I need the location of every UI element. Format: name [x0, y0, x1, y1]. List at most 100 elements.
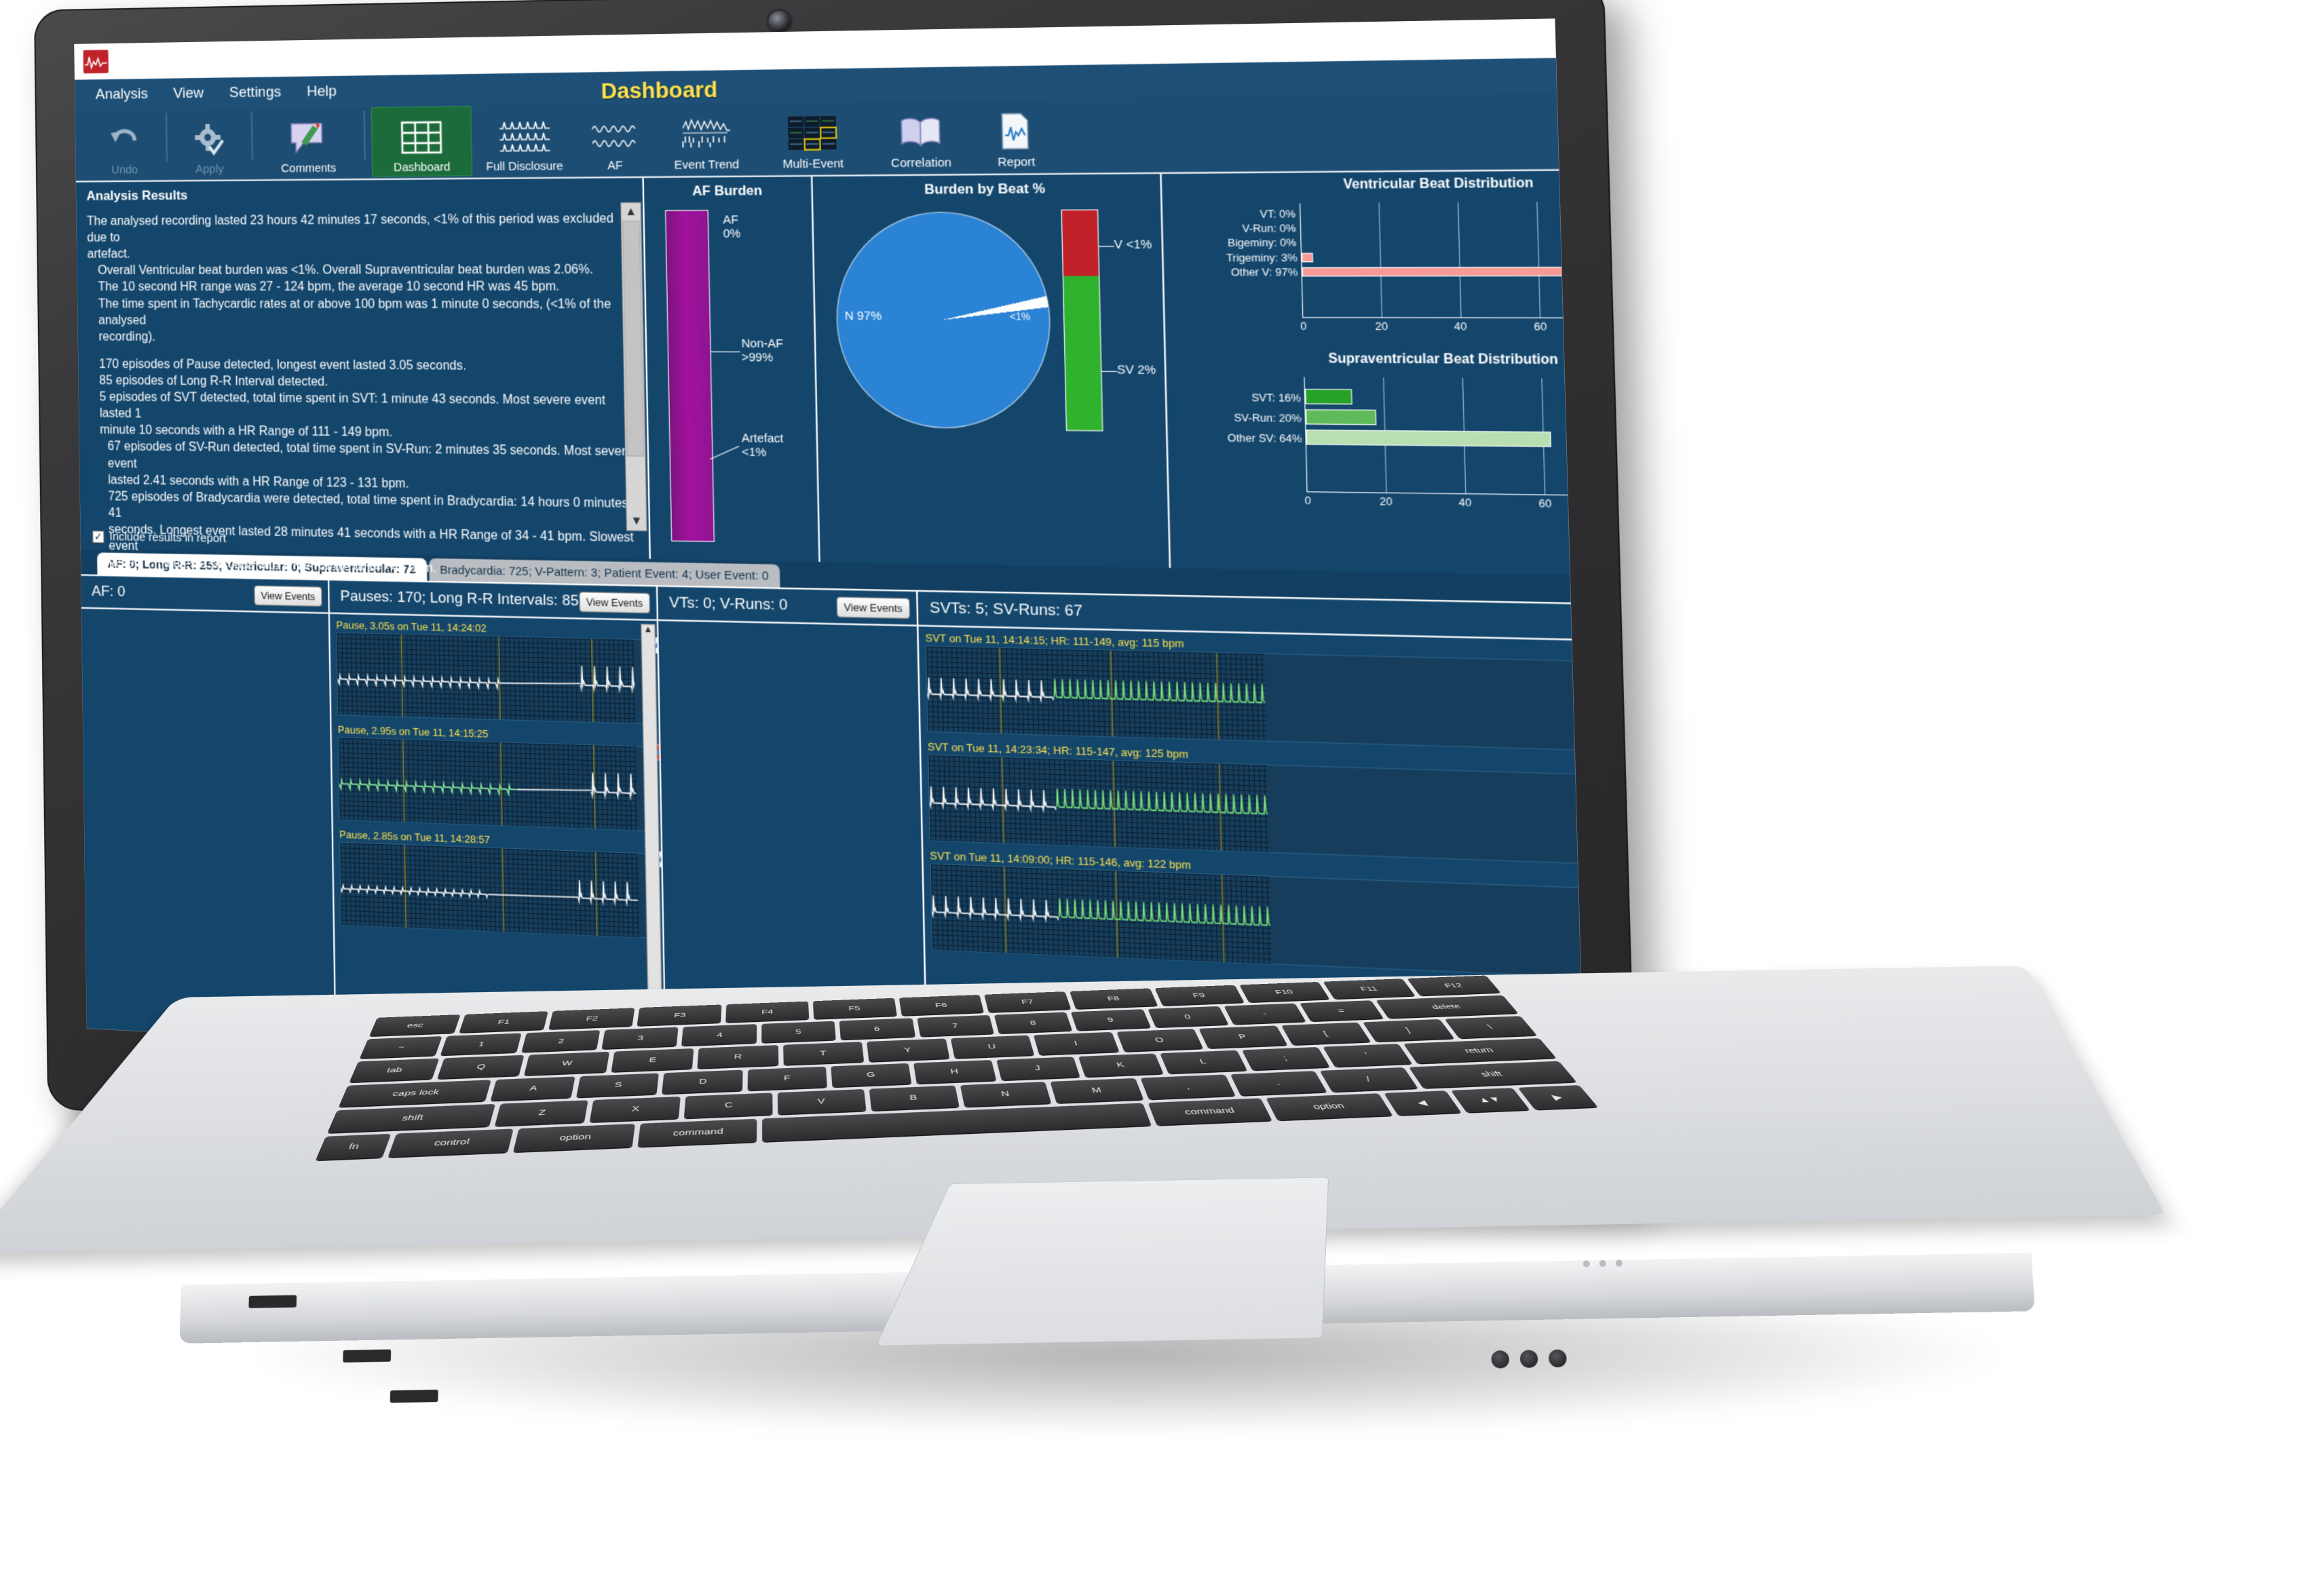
key-9[interactable]: 9 — [1070, 1009, 1151, 1031]
key-2[interactable]: 2 — [521, 1030, 601, 1052]
key-3[interactable]: 3 — [601, 1027, 679, 1049]
key-u[interactable]: U — [950, 1035, 1035, 1059]
view-events-button-af[interactable]: View Events — [254, 585, 322, 607]
key-i[interactable]: I — [1033, 1032, 1119, 1055]
key-8[interactable]: 8 — [993, 1012, 1073, 1034]
key-d[interactable]: D — [662, 1069, 743, 1094]
key-7[interactable]: 7 — [916, 1015, 994, 1037]
ecg-strip-canvas[interactable] — [337, 737, 656, 832]
key-f7[interactable]: F7 — [984, 991, 1072, 1012]
key-command[interactable]: command — [638, 1118, 757, 1147]
key-b[interactable]: B — [869, 1085, 960, 1111]
key-fn[interactable]: fn — [316, 1133, 392, 1160]
key--[interactable]: ; — [1241, 1046, 1330, 1070]
key-f2[interactable]: F2 — [548, 1008, 635, 1029]
key-f4[interactable]: F4 — [725, 1001, 810, 1023]
key-return[interactable]: return — [1403, 1038, 1556, 1063]
ecg-strip[interactable]: SVT on Tue 11, 14:09:00; HR: 115-146, av… — [930, 850, 1585, 985]
menu-item-analysis[interactable]: Analysis — [96, 86, 149, 103]
toolbar-multi-event[interactable]: Multi-Event — [759, 101, 867, 174]
key-r[interactable]: R — [697, 1045, 778, 1069]
key-6[interactable]: 6 — [839, 1018, 915, 1040]
key-f11[interactable]: F11 — [1323, 978, 1416, 1000]
toolbar-undo[interactable]: Undo — [88, 110, 160, 179]
key-y[interactable]: Y — [867, 1038, 949, 1062]
key-shift[interactable]: shift — [327, 1103, 496, 1133]
key-f[interactable]: F — [747, 1066, 827, 1090]
menu-item-view[interactable]: View — [173, 85, 204, 102]
scroll-up-icon[interactable]: ▲ — [643, 625, 652, 635]
key-tab[interactable]: tab — [349, 1058, 439, 1082]
menu-item-settings[interactable]: Settings — [229, 84, 282, 102]
key-f5[interactable]: F5 — [812, 998, 897, 1019]
key--[interactable]: / — [1319, 1067, 1418, 1092]
key-x[interactable]: X — [589, 1096, 681, 1122]
key-f8[interactable]: F8 — [1069, 988, 1158, 1009]
key-esc[interactable]: esc — [369, 1014, 461, 1036]
key--[interactable]: - — [1224, 1003, 1306, 1025]
key-k[interactable]: K — [1078, 1053, 1164, 1077]
key--[interactable]: = — [1300, 1000, 1384, 1022]
include-in-report-row[interactable]: ✓ Include results in report — [92, 530, 226, 546]
key-f9[interactable]: F9 — [1154, 985, 1245, 1006]
key--[interactable]: \ — [1444, 1016, 1537, 1038]
key--[interactable]: ▲▼ — [1450, 1088, 1530, 1113]
key-s[interactable]: S — [576, 1073, 660, 1097]
key--[interactable]: ' — [1322, 1043, 1412, 1067]
key-q[interactable]: Q — [436, 1054, 525, 1079]
key-0[interactable]: 0 — [1147, 1006, 1229, 1028]
ecg-strip[interactable]: SVT on Tue 11, 14:14:15; HR: 111-149, av… — [925, 632, 1585, 755]
key-v[interactable]: V — [777, 1088, 867, 1115]
key-h[interactable]: H — [913, 1059, 996, 1084]
key--[interactable]: [ — [1281, 1022, 1371, 1045]
key--[interactable]: , — [1140, 1074, 1236, 1099]
menu-item-help[interactable]: Help — [307, 83, 337, 100]
key-t[interactable]: T — [782, 1042, 865, 1065]
key-option[interactable]: option — [1266, 1093, 1393, 1120]
key-caps-lock[interactable]: caps lock — [339, 1080, 491, 1107]
toolbar-dashboard[interactable]: Dashboard — [371, 106, 473, 177]
include-in-report-checkbox[interactable]: ✓ — [92, 530, 105, 544]
key-5[interactable]: 5 — [761, 1021, 836, 1043]
key-command[interactable]: command — [1148, 1098, 1272, 1126]
ecg-strip[interactable]: SVT on Tue 11, 14:23:34; HR: 115-147, av… — [928, 740, 1585, 870]
scrollbar-thumb[interactable] — [622, 221, 645, 457]
ecg-strip[interactable]: Pause, 2.85s on Tue 11, 14:28:57 ★ — [339, 829, 666, 939]
toolbar-report[interactable]: Report — [975, 98, 1057, 172]
key--[interactable]: . — [1230, 1070, 1327, 1096]
key--[interactable]: ] — [1363, 1019, 1454, 1042]
view-events-button-vts[interactable]: View Events — [836, 596, 911, 619]
toolbar-comments[interactable]: Comments — [259, 107, 358, 178]
toolbar-full-disclosure[interactable]: Full Disclosure — [473, 104, 576, 176]
key-l[interactable]: L — [1160, 1050, 1247, 1074]
toolbar-event-trend[interactable]: Event Trend — [654, 102, 759, 175]
key-f3[interactable]: F3 — [637, 1004, 722, 1026]
key-p[interactable]: P — [1198, 1025, 1287, 1048]
key-4[interactable]: 4 — [681, 1024, 757, 1046]
ecg-strip-canvas[interactable] — [339, 841, 658, 939]
toolbar-apply[interactable]: Apply — [173, 109, 246, 178]
key-n[interactable]: N — [960, 1081, 1052, 1107]
key-delete[interactable]: delete — [1375, 995, 1519, 1019]
key-e[interactable]: E — [611, 1048, 694, 1072]
key-m[interactable]: M — [1050, 1078, 1144, 1103]
key-1[interactable]: 1 — [440, 1033, 522, 1056]
key-f1[interactable]: F1 — [459, 1011, 548, 1033]
scroll-down-icon[interactable]: ▼ — [630, 512, 643, 531]
toolbar-af[interactable]: AF — [576, 104, 654, 176]
key-a[interactable]: A — [490, 1076, 575, 1101]
key-j[interactable]: J — [996, 1056, 1080, 1080]
ecg-strip[interactable]: Pause, 3.05s on Tue 11, 14:24:02 ★ — [336, 619, 664, 725]
key-z[interactable]: Z — [495, 1100, 588, 1126]
key--[interactable]: ◀ — [1383, 1090, 1462, 1116]
key-o[interactable]: O — [1116, 1029, 1203, 1052]
key-w[interactable]: W — [524, 1052, 609, 1076]
view-events-button-pauses[interactable]: View Events — [579, 591, 651, 613]
key-c[interactable]: C — [683, 1092, 773, 1118]
key-shift[interactable]: shift — [1408, 1061, 1576, 1088]
scroll-up-icon[interactable]: ▲ — [625, 203, 637, 221]
ecg-strip-canvas[interactable] — [336, 632, 654, 725]
key-f12[interactable]: F12 — [1407, 975, 1501, 996]
key-f6[interactable]: F6 — [898, 994, 985, 1016]
toolbar-correlation[interactable]: Correlation — [867, 100, 975, 173]
